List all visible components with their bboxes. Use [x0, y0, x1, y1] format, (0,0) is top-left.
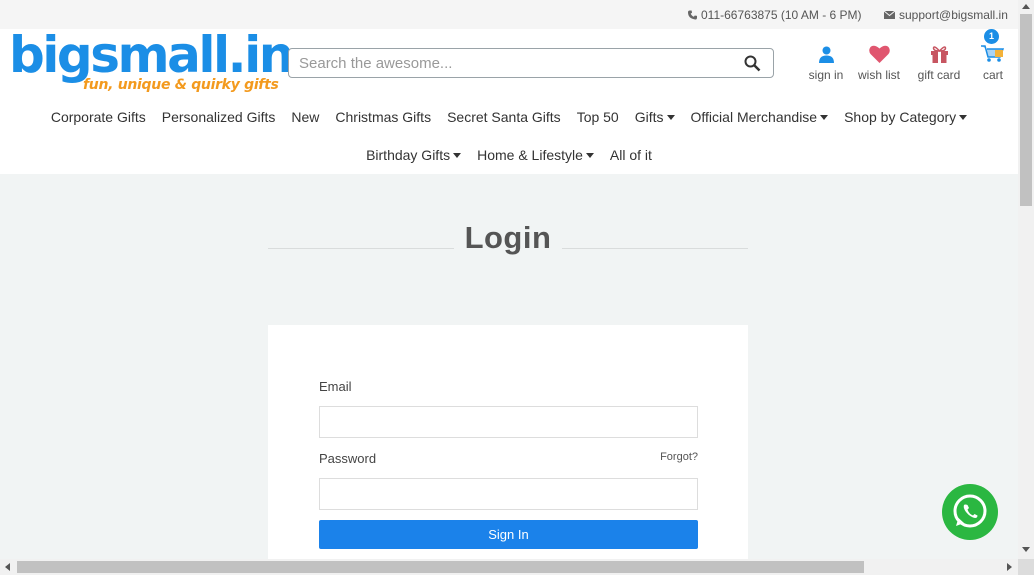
cart-link[interactable]: 1 cart: [978, 29, 1008, 82]
phone-icon: [688, 10, 697, 20]
email-label: Email: [319, 379, 352, 394]
logo-wordmark: bigsmall.in: [9, 26, 294, 84]
nav-item-label: Secret Santa Gifts: [447, 109, 561, 125]
nav-item-secret-santa-gifts[interactable]: Secret Santa Gifts: [447, 109, 561, 125]
email-field[interactable]: [319, 406, 698, 438]
nav-item-personalized-gifts[interactable]: Personalized Gifts: [162, 109, 276, 125]
password-field[interactable]: [319, 478, 698, 510]
divider-left: [268, 248, 454, 249]
caret-down-icon: [453, 153, 462, 158]
nav-item-top-50[interactable]: Top 50: [577, 109, 619, 125]
nav-item-label: Corporate Gifts: [50, 109, 146, 125]
scroll-down-arrow-icon[interactable]: [1022, 547, 1030, 552]
nav-item-label: Shop by Category: [844, 109, 957, 125]
scrollbar-corner: [1018, 559, 1034, 575]
password-label: Password: [319, 451, 377, 466]
page-title: Login: [464, 220, 552, 255]
forgot-password-link[interactable]: Forgot?: [660, 451, 698, 463]
divider-right: [562, 248, 748, 249]
nav-item-official-merchandise[interactable]: Official Merchandise: [691, 109, 829, 125]
whatsapp-chat-button[interactable]: [942, 484, 998, 540]
nav-item-birthday-gifts[interactable]: Birthday Gifts: [366, 147, 462, 163]
whatsapp-icon: [953, 494, 987, 528]
search-input[interactable]: [299, 55, 729, 72]
top-contact-bar: 011-66763875 (10 AM - 6 PM) support@bigs…: [0, 0, 1018, 29]
scroll-up-arrow-icon[interactable]: [1022, 4, 1030, 9]
nav-item-label: Birthday Gifts: [366, 147, 451, 163]
nav-item-label: Top 50: [576, 109, 619, 125]
nav-item-corporate-gifts[interactable]: Corporate Gifts: [51, 109, 146, 125]
nav-item-home-lifestyle[interactable]: Home & Lifestyle: [477, 147, 594, 163]
site-logo[interactable]: bigsmall.in fun, unique & quirky gifts: [9, 26, 294, 94]
nav-item-new[interactable]: New: [291, 109, 319, 125]
nav-item-gifts[interactable]: Gifts: [635, 109, 675, 125]
caret-down-icon: [585, 153, 594, 158]
horizontal-scroll-thumb[interactable]: [17, 561, 864, 573]
caret-down-icon: [959, 115, 968, 120]
caret-down-icon: [666, 115, 675, 120]
gift-card-link[interactable]: gift card: [914, 41, 964, 82]
gift-card-label: gift card: [917, 68, 961, 82]
nav-item-label: New: [291, 109, 320, 125]
nav-item-all-of-it[interactable]: All of it: [610, 147, 652, 163]
sign-in-label: sign in: [808, 68, 844, 82]
scroll-right-arrow-icon[interactable]: [1007, 563, 1012, 571]
login-form: Email Password Forgot? Sign In: [268, 325, 748, 565]
nav-item-label: Home & Lifestyle: [477, 147, 583, 163]
phone-text: 011-66763875 (10 AM - 6 PM): [701, 8, 862, 22]
nav-item-christmas-gifts[interactable]: Christmas Gifts: [335, 109, 431, 125]
wish-list-link[interactable]: wish list: [856, 41, 902, 82]
phone-contact[interactable]: 011-66763875 (10 AM - 6 PM): [688, 8, 862, 22]
login-heading: Login: [268, 220, 748, 256]
heart-icon: [868, 45, 890, 63]
cart-icon: [981, 45, 1005, 62]
nav-item-label: Official Merchandise: [690, 109, 818, 125]
vertical-scroll-thumb[interactable]: [1020, 14, 1032, 206]
main-nav-row-1: Corporate Gifts Personalized Gifts New C…: [0, 109, 1018, 125]
site-header: bigsmall.in fun, unique & quirky gifts s…: [0, 26, 1018, 174]
nav-item-label: All of it: [609, 147, 652, 163]
nav-item-label: Personalized Gifts: [161, 109, 276, 125]
search-icon[interactable]: [744, 55, 761, 72]
wish-list-label: wish list: [857, 68, 900, 82]
scroll-left-arrow-icon[interactable]: [5, 563, 10, 571]
email-text: support@bigsmall.in: [899, 8, 1008, 22]
email-contact[interactable]: support@bigsmall.in: [884, 8, 1008, 22]
nav-item-label: Christmas Gifts: [335, 109, 432, 125]
main-nav-row-2: Birthday Gifts Home & Lifestyle All of i…: [0, 147, 1018, 163]
sign-in-button[interactable]: Sign In: [319, 520, 698, 549]
nav-item-shop-by-category[interactable]: Shop by Category: [844, 109, 968, 125]
gift-icon: [930, 46, 948, 63]
logo-tagline: fun, unique & quirky gifts: [83, 77, 279, 93]
nav-item-label: Gifts: [634, 109, 664, 125]
caret-down-icon: [820, 115, 829, 120]
vertical-scrollbar[interactable]: [1018, 0, 1034, 559]
user-icon: [818, 46, 834, 63]
cart-count-badge: 1: [984, 29, 999, 44]
horizontal-scrollbar[interactable]: [0, 559, 1018, 575]
search-box: [288, 48, 774, 78]
envelope-icon: [884, 11, 895, 19]
sign-in-link[interactable]: sign in: [806, 41, 846, 82]
cart-label: cart: [982, 68, 1003, 82]
